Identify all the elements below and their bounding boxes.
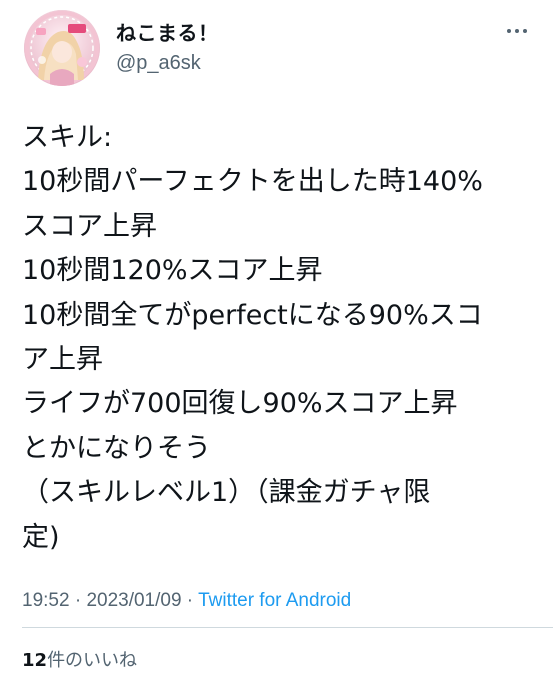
meta-separator: · <box>181 590 199 611</box>
meta-separator: · <box>69 590 87 611</box>
tweet-source-link[interactable]: Twitter for Android <box>198 590 351 611</box>
tweet-line: 10秒間パーフェクトを出した時140% <box>22 166 483 198</box>
divider <box>22 627 553 628</box>
dot <box>515 29 519 33</box>
tweet-header: ねこまる！ @p_a6sk <box>24 10 533 86</box>
tweet-line: スコア上昇 <box>22 210 157 242</box>
avatar-image <box>24 10 100 86</box>
tweet-line: 10秒間120%スコア上昇 <box>22 255 323 287</box>
tweet-line: （スキルレベル1）（課金ガチャ限 <box>22 477 431 509</box>
tweet-time[interactable]: 19:52 <box>22 590 70 611</box>
tweet-line: ア上昇 <box>22 344 103 376</box>
tweet-line: 10秒間全てがperfectになる90%スコ <box>22 299 483 331</box>
tweet-meta: 19:52 · 2023/01/09 · Twitter for Android <box>22 588 351 614</box>
user-names: ねこまる！ @p_a6sk <box>116 20 219 76</box>
dot <box>507 29 511 33</box>
tweet-line: ライフが700回復し90%スコア上昇 <box>22 388 458 420</box>
tweet-line: 定) <box>22 521 60 553</box>
likes-label: 件のいいね <box>47 650 138 671</box>
likes-count: 12 <box>22 650 48 671</box>
tweet-card: ねこまる！ @p_a6sk スキル: 10秒間パーフェクトを出した時140% スコア… <box>0 0 553 680</box>
tweet-text: スキル: 10秒間パーフェクトを出した時140% スコア上昇 10秒間120%スコア上… <box>22 116 532 560</box>
user-handle[interactable]: @p_a6sk <box>116 50 219 76</box>
tweet-line: スキル: <box>22 122 113 153</box>
tweet-date[interactable]: 2023/01/09 <box>86 590 181 611</box>
tweet-line: とかになりそう <box>22 432 211 464</box>
display-name[interactable]: ねこまる！ <box>116 20 219 46</box>
dot <box>523 29 527 33</box>
likes-summary[interactable]: 12件のいいね <box>22 648 137 674</box>
more-dots-icon[interactable] <box>505 26 529 36</box>
avatar[interactable] <box>24 10 100 86</box>
